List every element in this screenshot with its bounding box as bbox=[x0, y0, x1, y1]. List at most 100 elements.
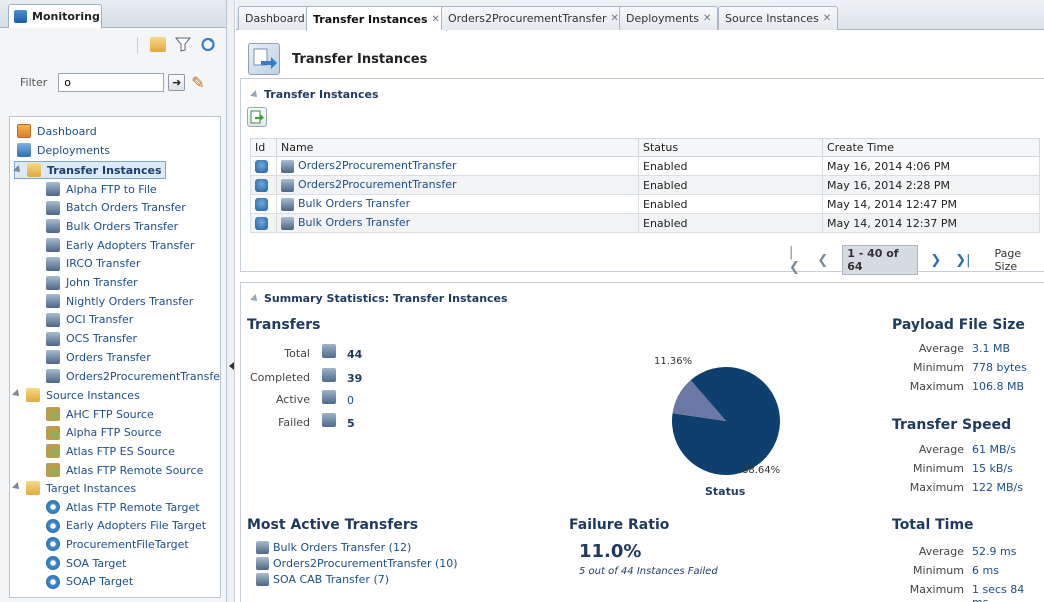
tree-item-label: Atlas FTP Remote Target bbox=[66, 500, 200, 514]
close-icon[interactable]: ✕ bbox=[611, 13, 619, 24]
failed-value[interactable]: 5 bbox=[347, 417, 355, 430]
column-header-id[interactable]: Id bbox=[250, 138, 277, 157]
tree-item-transfer-orders-transfer[interactable]: Orders Transfer bbox=[46, 348, 151, 366]
tab-transfer-instances[interactable]: Transfer Instances ✕ bbox=[306, 6, 447, 31]
info-icon[interactable] bbox=[255, 197, 268, 211]
tree-item-transfer-irco-transfer[interactable]: IRCO Transfer bbox=[46, 255, 140, 273]
info-icon[interactable] bbox=[255, 178, 268, 192]
expand-icon[interactable] bbox=[12, 389, 22, 399]
clear-filter-icon[interactable]: ✎ bbox=[191, 73, 204, 92]
table-row[interactable]: Bulk Orders Transfer Enabled May 14, 2014 … bbox=[250, 213, 1040, 233]
transfer-link[interactable]: Orders2ProcurementTransfer bbox=[298, 159, 457, 172]
table-row[interactable]: Orders2ProcurementTransfer Enabled May 16,… bbox=[250, 175, 1040, 195]
panel-header[interactable]: Summary Statistics: Transfer Instances bbox=[250, 292, 508, 305]
panel-header[interactable]: Transfer Instances bbox=[250, 88, 379, 101]
id-cell[interactable] bbox=[250, 175, 277, 195]
folder-icon[interactable] bbox=[150, 37, 166, 52]
close-icon[interactable]: ✕ bbox=[703, 13, 711, 24]
main-content: Transfer Instances Transfer Instances Id… bbox=[236, 31, 1044, 602]
filter-go-button[interactable]: ➜ bbox=[168, 74, 186, 91]
collapse-icon[interactable] bbox=[250, 89, 260, 100]
column-header-status[interactable]: Status bbox=[638, 138, 823, 157]
id-cell[interactable] bbox=[250, 156, 277, 176]
tree-item-transfer-nightly-orders-transfer[interactable]: Nightly Orders Transfer bbox=[46, 292, 193, 310]
id-cell[interactable] bbox=[250, 194, 277, 214]
tree-item-transfer-orders2procurementtransfer[interactable]: Orders2ProcurementTransfer bbox=[46, 367, 220, 385]
expand-icon[interactable] bbox=[12, 482, 22, 492]
info-icon[interactable] bbox=[255, 159, 268, 173]
failure-ratio-detail: 5 out of 44 Instances Failed bbox=[579, 566, 718, 577]
tree-item-transfer-john-transfer[interactable]: John Transfer bbox=[46, 274, 138, 292]
monitoring-icon bbox=[14, 10, 27, 23]
speed-minimum-value: 15 kB/s bbox=[972, 462, 1013, 475]
tab-deployments[interactable]: Deployments ✕ bbox=[619, 6, 719, 30]
refresh-icon[interactable] bbox=[200, 37, 216, 52]
tree-item-transfer-oci-transfer[interactable]: OCI Transfer bbox=[46, 311, 133, 329]
filter-input[interactable] bbox=[58, 73, 165, 92]
total-value[interactable]: 44 bbox=[347, 348, 362, 361]
column-header-name[interactable]: Name bbox=[276, 138, 639, 157]
tree-item-source-ahc-ftp-source[interactable]: AHC FTP Source bbox=[46, 405, 154, 423]
tree-item-source-atlas-ftp-remote-source[interactable]: Atlas FTP Remote Source bbox=[46, 461, 203, 479]
page-title: Transfer Instances bbox=[292, 51, 428, 67]
tab-dashboard[interactable]: Dashboard bbox=[238, 6, 312, 30]
previous-page-icon[interactable]: ❮ bbox=[817, 253, 828, 268]
tree-item-transfer-bulk-orders-transfer[interactable]: Bulk Orders Transfer bbox=[46, 217, 178, 235]
tab-source-instances[interactable]: Source Instances ✕ bbox=[718, 6, 839, 30]
tree-item-target-soap-target[interactable]: SOAP Target bbox=[46, 573, 133, 591]
failure-ratio-heading: Failure Ratio bbox=[569, 517, 670, 533]
tree-item-target-soa-target[interactable]: SOA Target bbox=[46, 554, 127, 572]
close-icon[interactable]: ✕ bbox=[823, 13, 831, 24]
tree-item-deployments[interactable]: Deployments bbox=[17, 141, 110, 159]
most-active-item[interactable]: Bulk Orders Transfer (12) bbox=[256, 541, 411, 554]
page-range[interactable]: 1 - 40 of 64 bbox=[842, 245, 919, 275]
total-time-heading: Total Time bbox=[892, 517, 974, 533]
export-button[interactable] bbox=[247, 107, 267, 127]
tree-item-transfer-early-adopters-transfer[interactable]: Early Adopters Transfer bbox=[46, 236, 194, 254]
transfer-icon bbox=[322, 344, 336, 358]
first-page-icon[interactable]: |❮ bbox=[789, 245, 803, 275]
filter-label: Filter bbox=[20, 76, 48, 89]
close-icon[interactable]: ✕ bbox=[432, 14, 440, 25]
transfer-icon bbox=[281, 216, 294, 230]
tree-item-transfer-ocs-transfer[interactable]: OCS Transfer bbox=[46, 330, 137, 348]
column-header-create-time[interactable]: Create Time bbox=[822, 138, 1040, 157]
table-row[interactable]: Orders2ProcurementTransfer Enabled May 16,… bbox=[250, 156, 1040, 176]
filter-icon[interactable] bbox=[175, 37, 191, 52]
splitter[interactable] bbox=[227, 0, 235, 602]
status-cell: Enabled bbox=[638, 213, 823, 233]
create-time-cell: May 16, 2014 2:28 PM bbox=[822, 175, 1040, 195]
tree-item-target-instances[interactable]: Target Instances bbox=[12, 479, 136, 497]
collapse-icon[interactable] bbox=[250, 293, 260, 304]
active-label: Active bbox=[275, 393, 310, 406]
tree-item-target-atlas-ftp-remote-target[interactable]: Atlas FTP Remote Target bbox=[46, 498, 200, 516]
last-page-icon[interactable]: ❯| bbox=[955, 253, 970, 268]
tree-item-source-atlas-ftp-es-source[interactable]: Atlas FTP ES Source bbox=[46, 442, 175, 460]
completed-value[interactable]: 39 bbox=[347, 372, 362, 385]
table-row[interactable]: Bulk Orders Transfer Enabled May 14, 2014 … bbox=[250, 194, 1040, 214]
tree-item-transfer-instances[interactable]: Transfer Instances bbox=[13, 161, 166, 179]
tab-monitoring[interactable]: Monitoring bbox=[8, 4, 102, 28]
tab-orders2procurementtransfer[interactable]: Orders2ProcurementTransfer ✕ bbox=[441, 6, 626, 30]
tree-item-transfer-alpha-ftp-to-file[interactable]: Alpha FTP to File bbox=[46, 180, 157, 198]
expand-icon[interactable] bbox=[13, 165, 23, 175]
transfer-link[interactable]: Bulk Orders Transfer bbox=[298, 197, 410, 210]
transfer-link[interactable]: Bulk Orders Transfer bbox=[298, 216, 410, 229]
tree-item-target-procurementfiletarget[interactable]: ProcurementFileTarget bbox=[46, 535, 189, 553]
transfer-link[interactable]: Orders2ProcurementTransfer bbox=[298, 178, 457, 191]
tree-item-transfer-batch-orders-transfer[interactable]: Batch Orders Transfer bbox=[46, 199, 186, 217]
tree-item-source-instances[interactable]: Source Instances bbox=[12, 386, 140, 404]
tree-item-source-alpha-ftp-source[interactable]: Alpha FTP Source bbox=[46, 424, 162, 442]
most-active-item[interactable]: Orders2ProcurementTransfer (10) bbox=[256, 557, 458, 570]
time-minimum-value: 6 ms bbox=[972, 564, 999, 577]
active-value[interactable]: 0 bbox=[347, 394, 354, 407]
id-cell[interactable] bbox=[250, 213, 277, 233]
transfer-icon bbox=[256, 557, 269, 570]
tree-item-target-early-adopters-file-target[interactable]: Early Adopters File Target bbox=[46, 517, 206, 535]
tree-item-dashboard[interactable]: Dashboard bbox=[17, 122, 97, 140]
collapse-arrow-icon[interactable] bbox=[229, 362, 234, 370]
info-icon[interactable] bbox=[255, 216, 268, 230]
most-active-item[interactable]: SOA CAB Transfer (7) bbox=[256, 573, 389, 586]
most-active-heading: Most Active Transfers bbox=[247, 517, 419, 533]
next-page-icon[interactable]: ❯ bbox=[930, 253, 941, 268]
